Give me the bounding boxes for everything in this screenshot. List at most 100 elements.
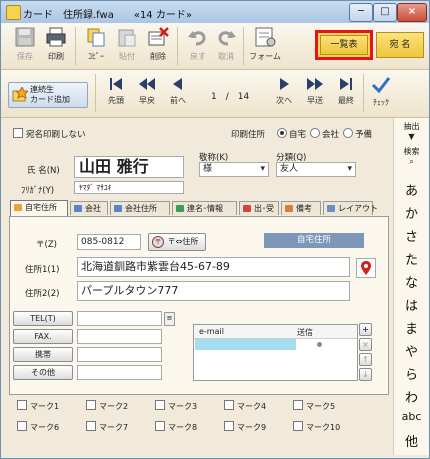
tel-field[interactable] bbox=[77, 311, 162, 326]
no-print-checkbox[interactable]: 宛名印刷しない bbox=[13, 128, 86, 140]
mark9-checkbox[interactable]: マーク9 bbox=[224, 421, 266, 433]
index-sa[interactable]: さ bbox=[394, 226, 429, 245]
close-button[interactable]: × bbox=[397, 3, 427, 22]
mark-label: マーク6 bbox=[30, 423, 60, 432]
tel-menu-icon[interactable]: ≡ bbox=[164, 312, 175, 326]
mark4-checkbox[interactable]: マーク4 bbox=[224, 400, 266, 412]
honorific-select[interactable]: 様 ▾ bbox=[199, 162, 269, 177]
copy-button[interactable]: ｺﾋﾟｰ bbox=[81, 26, 111, 66]
address2-field[interactable]: パープルタウン777 bbox=[77, 281, 350, 301]
redo-cancel-button[interactable]: 取消 bbox=[211, 26, 241, 66]
save-button[interactable]: 保存 bbox=[10, 26, 40, 66]
printer-icon bbox=[46, 27, 66, 47]
mark5-checkbox[interactable]: マーク5 bbox=[293, 400, 335, 412]
search-label: 検索 bbox=[403, 147, 420, 156]
name-field[interactable]: 山田 雅行 bbox=[74, 156, 184, 178]
fast-back-button[interactable]: 早戻 bbox=[132, 76, 162, 114]
minimize-button[interactable]: ─ bbox=[349, 3, 373, 22]
previous-button[interactable]: 前へ bbox=[163, 76, 193, 114]
toolbar-divider bbox=[243, 27, 244, 65]
paste-label: 貼付 bbox=[119, 52, 135, 61]
first-record-button[interactable]: 先頭 bbox=[101, 76, 131, 114]
mark10-checkbox[interactable]: マーク10 bbox=[293, 421, 340, 433]
fast-forward-label: 早送 bbox=[307, 96, 323, 105]
index-other[interactable]: 他 bbox=[394, 431, 429, 450]
fast-forward-button[interactable]: 早送 bbox=[300, 76, 330, 114]
mark8-checkbox[interactable]: マーク8 bbox=[155, 421, 197, 433]
add-card-button[interactable]: 連続生 カード追加 bbox=[8, 82, 88, 108]
index-ka[interactable]: か bbox=[394, 203, 429, 222]
furigana-field[interactable]: ﾔﾏﾀﾞ ﾏｻﾕｷ bbox=[74, 181, 184, 194]
maximize-button[interactable]: □ bbox=[373, 3, 397, 22]
index-ha[interactable]: は bbox=[394, 295, 429, 314]
zip-address-convert-button[interactable]: 〒〒⇔住所 bbox=[148, 233, 206, 251]
cancel-label: 取消 bbox=[218, 52, 234, 61]
fast-back-label: 早戻 bbox=[139, 96, 155, 105]
mark1-checkbox[interactable]: マーク1 bbox=[17, 400, 59, 412]
tab-home-address[interactable]: 自宅住所 bbox=[10, 200, 68, 216]
mark6-checkbox[interactable]: マーク6 bbox=[17, 421, 59, 433]
mark3-checkbox[interactable]: マーク3 bbox=[155, 400, 197, 412]
rewind-icon bbox=[139, 78, 155, 90]
fax-button[interactable]: FAX. bbox=[13, 329, 73, 344]
index-ma[interactable]: ま bbox=[394, 318, 429, 337]
send-column-header: 送信 bbox=[297, 328, 313, 337]
move-down-button[interactable]: ↓ bbox=[359, 368, 372, 381]
table-row[interactable] bbox=[194, 339, 357, 350]
move-up-button[interactable]: ↑ bbox=[359, 353, 372, 366]
radio-company[interactable]: 会社 bbox=[310, 128, 339, 140]
tab-layout[interactable]: レイアウト bbox=[323, 201, 378, 215]
checkbox-box bbox=[17, 421, 27, 431]
tel-button[interactable]: TEL(T) bbox=[13, 311, 73, 326]
radio-spare[interactable]: 予備 bbox=[343, 128, 372, 140]
add-row-button[interactable]: + bbox=[359, 323, 372, 336]
radio-home[interactable]: 自宅 bbox=[277, 128, 306, 140]
zip-field[interactable]: 085-0812 bbox=[77, 234, 141, 250]
next-button[interactable]: 次へ bbox=[269, 76, 299, 114]
index-ya[interactable]: や bbox=[394, 341, 429, 360]
index-ra[interactable]: ら bbox=[394, 364, 429, 383]
index-wa[interactable]: わ bbox=[394, 387, 429, 406]
chevron-down-icon: ▾ bbox=[347, 164, 352, 174]
index-a[interactable]: あ bbox=[394, 180, 429, 199]
email-table[interactable]: e-mail 送信 bbox=[193, 324, 358, 381]
extract-button[interactable]: 抽出 ▼ bbox=[394, 121, 429, 141]
mobile-field[interactable] bbox=[77, 347, 162, 362]
filter-icon: ▼ bbox=[408, 132, 415, 141]
last-record-button[interactable]: 最終 bbox=[331, 76, 361, 114]
list-view-button[interactable]: 一覧表 bbox=[320, 35, 368, 55]
address-view-button[interactable]: 宛 名 bbox=[376, 32, 424, 58]
mark-label: マーク8 bbox=[168, 423, 198, 432]
undo-button[interactable]: 戻す bbox=[183, 26, 213, 66]
mark7-checkbox[interactable]: マーク7 bbox=[86, 421, 128, 433]
tab-joint-info[interactable]: 連名･情報 bbox=[172, 201, 237, 215]
mark-label: マーク4 bbox=[237, 402, 267, 411]
fax-field[interactable] bbox=[77, 329, 162, 344]
delete-row-button[interactable]: × bbox=[359, 338, 372, 351]
tab-notes[interactable]: 備考 bbox=[281, 201, 321, 215]
tab-company-address[interactable]: 会社住所 bbox=[110, 201, 170, 215]
search-button[interactable]: 検索 ⌕ bbox=[394, 146, 429, 167]
mark-label: マーク10 bbox=[306, 423, 341, 432]
mark-label: マーク1 bbox=[30, 402, 60, 411]
address1-field[interactable]: 北海道釧路市紫雲台45-67-89 bbox=[77, 257, 350, 277]
tab-sent-received[interactable]: 出･受 bbox=[239, 201, 279, 215]
convert-icon: 〒 bbox=[152, 236, 164, 248]
form-button[interactable]: フォーム bbox=[248, 26, 282, 66]
other-field[interactable] bbox=[77, 365, 162, 380]
building-icon bbox=[114, 205, 122, 212]
map-pin-button[interactable] bbox=[356, 258, 376, 278]
email-cell[interactable] bbox=[195, 339, 296, 350]
print-button[interactable]: 印刷 bbox=[41, 26, 71, 66]
index-abc[interactable]: abc bbox=[394, 410, 429, 423]
category-select[interactable]: 友人 ▾ bbox=[276, 162, 356, 177]
other-button[interactable]: その他 bbox=[13, 365, 73, 380]
delete-button[interactable]: 削除 bbox=[143, 26, 173, 66]
index-na[interactable]: な bbox=[394, 272, 429, 291]
paste-button[interactable]: 貼付 bbox=[112, 26, 142, 66]
index-ta[interactable]: た bbox=[394, 249, 429, 268]
mark2-checkbox[interactable]: マーク2 bbox=[86, 400, 128, 412]
mobile-button[interactable]: 携帯 bbox=[13, 347, 73, 362]
check-button[interactable]: ﾁｪｯｸ bbox=[366, 76, 396, 114]
tab-company[interactable]: 会社 bbox=[70, 201, 108, 215]
